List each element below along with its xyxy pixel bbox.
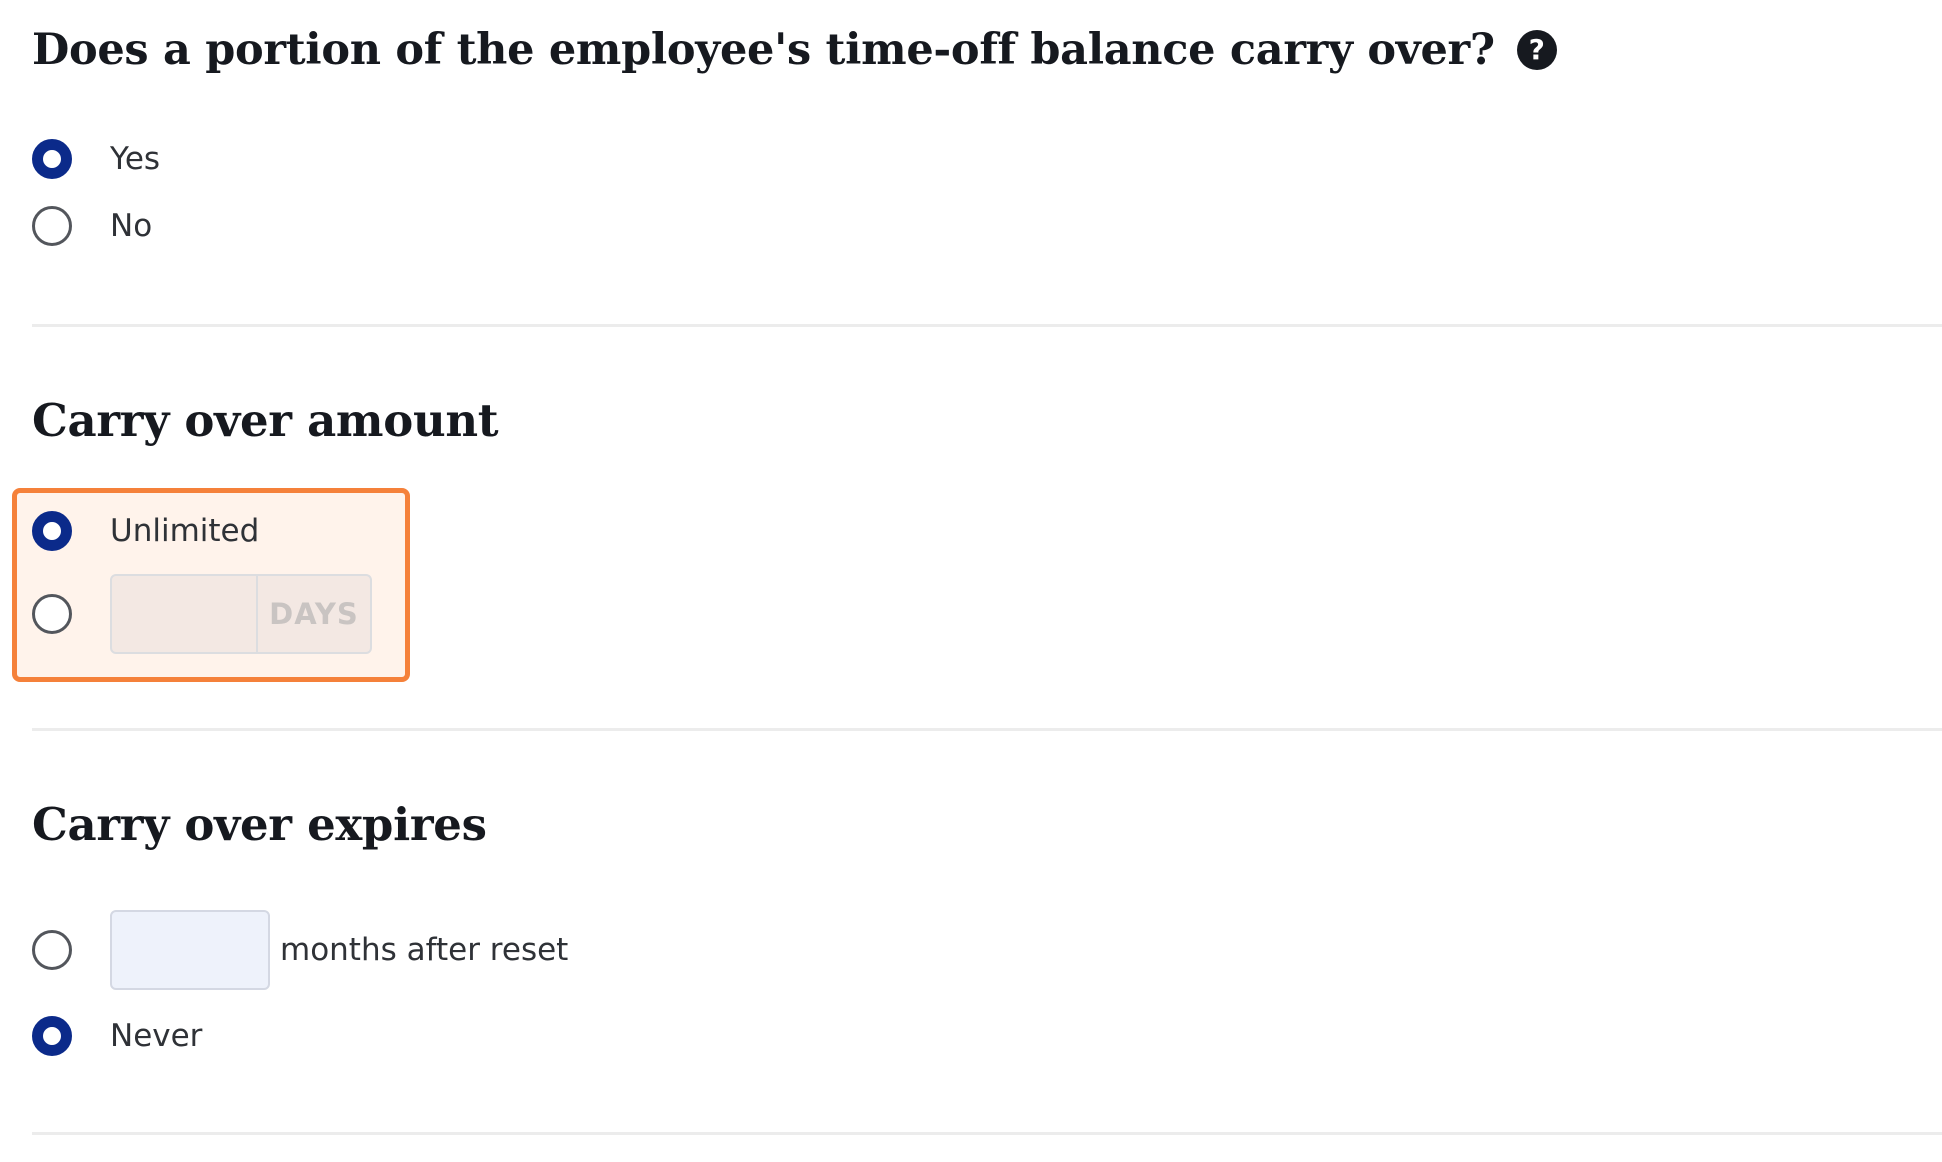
question-circle-icon[interactable]: ? xyxy=(1516,30,1557,70)
time-off-policy-form: Does a portion of the employee's time-of… xyxy=(0,0,1942,1162)
carry-over-expires-never-label: Never xyxy=(110,1018,203,1054)
months-after-reset-label: months after reset xyxy=(280,932,569,968)
carry-over-unlimited-option[interactable]: Unlimited xyxy=(32,511,259,551)
carry-over-expires-months-radio[interactable] xyxy=(32,930,72,970)
carry-over-days-radio[interactable] xyxy=(32,594,72,634)
carry-over-expires-never-radio[interactable] xyxy=(32,1016,72,1056)
carry-over-expires-months-option[interactable]: months after reset xyxy=(32,910,568,990)
carry-over-question-heading: Does a portion of the employee's time-of… xyxy=(32,22,1557,78)
carry-over-yes-option[interactable]: Yes xyxy=(32,139,160,179)
carry-over-expires-heading: Carry over expires xyxy=(32,798,487,851)
section-divider xyxy=(32,1132,1942,1135)
carry-over-unlimited-radio[interactable] xyxy=(32,511,72,551)
section-divider xyxy=(32,728,1942,731)
carry-over-days-field: DAYS xyxy=(110,574,372,654)
carry-over-yes-label: Yes xyxy=(110,141,161,177)
carry-over-no-option[interactable]: No xyxy=(32,206,152,246)
carry-over-question-title: Does a portion of the employee's time-of… xyxy=(32,25,1495,75)
carry-over-no-label: No xyxy=(110,208,153,244)
section-divider xyxy=(32,324,1942,327)
carry-over-days-option[interactable]: DAYS xyxy=(32,574,372,654)
days-unit-label: DAYS xyxy=(256,576,370,652)
carry-over-unlimited-label: Unlimited xyxy=(110,513,260,549)
months-after-reset-input[interactable] xyxy=(110,910,270,990)
carry-over-yes-radio[interactable] xyxy=(32,139,72,179)
carry-over-expires-never-option[interactable]: Never xyxy=(32,1016,202,1056)
carry-over-amount-heading: Carry over amount xyxy=(32,394,499,447)
carry-over-days-input[interactable] xyxy=(112,576,256,652)
carry-over-no-radio[interactable] xyxy=(32,206,72,246)
